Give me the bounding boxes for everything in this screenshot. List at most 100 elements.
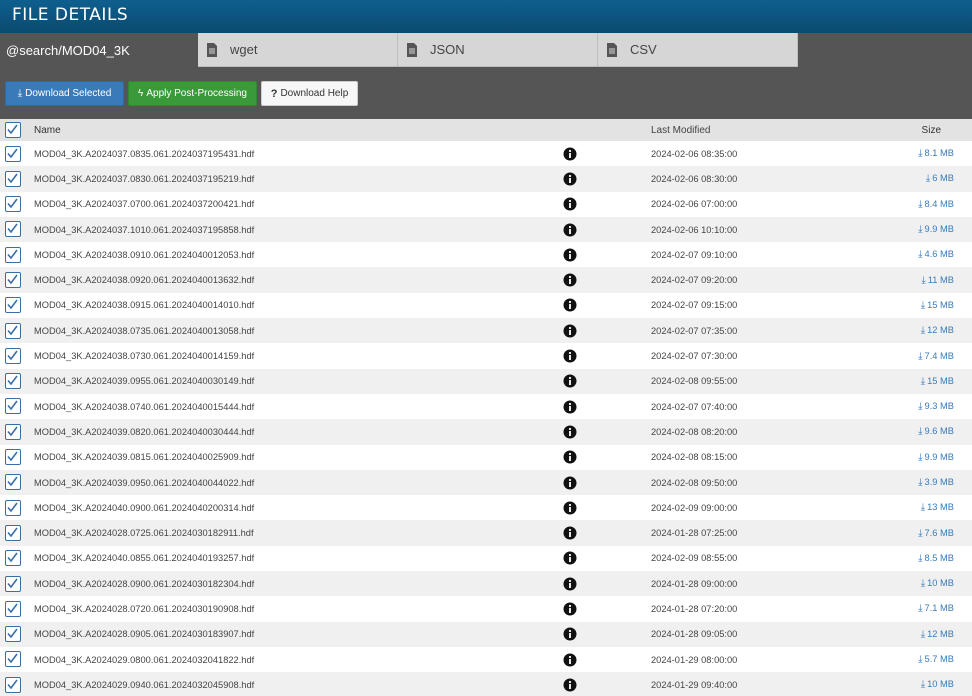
info-icon[interactable] xyxy=(563,476,577,490)
row-checkbox[interactable] xyxy=(5,347,21,364)
info-icon[interactable] xyxy=(563,273,577,287)
row-checkbox[interactable] xyxy=(5,524,21,541)
info-icon[interactable] xyxy=(563,678,577,692)
table-row[interactable]: MOD04_3K.A2024039.0950.061.2024040044022… xyxy=(0,469,972,496)
table-row[interactable]: MOD04_3K.A2024037.0830.061.2024037195219… xyxy=(0,166,972,192)
table-row[interactable]: MOD04_3K.A2024038.0920.061.2024040013632… xyxy=(0,267,972,293)
row-checkbox[interactable] xyxy=(5,170,21,187)
row-checkbox[interactable] xyxy=(5,297,21,314)
file-size-link[interactable]: ⤓ 5.7 MB xyxy=(918,654,954,665)
file-size-link[interactable]: ⤓ 9.9 MB xyxy=(918,224,954,235)
row-checkbox[interactable] xyxy=(5,651,21,668)
file-size-link[interactable]: ⤓ 10 MB xyxy=(921,679,954,690)
tab-wget[interactable]: wget xyxy=(198,33,398,67)
table-row[interactable]: MOD04_3K.A2024029.0940.061.2024032045908… xyxy=(0,672,972,696)
info-icon[interactable] xyxy=(563,400,577,414)
select-all-checkbox[interactable] xyxy=(5,122,21,138)
table-row[interactable]: MOD04_3K.A2024040.0900.061.2024040200314… xyxy=(0,495,972,521)
tab-csv[interactable]: CSV xyxy=(598,33,798,67)
info-icon[interactable] xyxy=(563,172,577,186)
row-checkbox[interactable] xyxy=(5,398,21,415)
info-icon[interactable] xyxy=(563,577,577,591)
info-icon[interactable] xyxy=(563,627,577,641)
table-row[interactable]: MOD04_3K.A2024037.1010.061.2024037195858… xyxy=(0,216,972,243)
file-size-link[interactable]: ⤓ 8.1 MB xyxy=(918,148,954,159)
info-icon[interactable] xyxy=(563,526,577,540)
info-icon[interactable] xyxy=(563,197,577,211)
info-icon[interactable] xyxy=(563,248,577,262)
file-size-link[interactable]: ⤓ 15 MB xyxy=(921,300,954,311)
file-size-link[interactable]: ⤓ 4.6 MB xyxy=(918,249,954,260)
table-row[interactable]: MOD04_3K.A2024038.0730.061.2024040014159… xyxy=(0,343,972,369)
file-size-link[interactable]: ⤓ 6 MB xyxy=(926,173,954,184)
info-icon[interactable] xyxy=(563,551,577,565)
file-size-link[interactable]: ⤓ 8.4 MB xyxy=(918,199,954,210)
apply-post-processing-button[interactable]: ϟ Apply Post-Processing xyxy=(128,81,257,106)
row-checkbox[interactable] xyxy=(5,626,21,643)
table-row[interactable]: MOD04_3K.A2024037.0700.061.2024037200421… xyxy=(0,191,972,217)
table-row[interactable]: MOD04_3K.A2024028.0725.061.2024030182911… xyxy=(0,520,972,546)
info-icon[interactable] xyxy=(563,298,577,312)
tab-json[interactable]: JSON xyxy=(398,33,598,67)
info-icon[interactable] xyxy=(563,425,577,439)
row-checkbox[interactable] xyxy=(5,246,21,263)
info-icon[interactable] xyxy=(563,324,577,338)
column-modified-header[interactable]: Last Modified xyxy=(651,125,710,136)
row-checkbox[interactable] xyxy=(5,600,21,617)
download-help-button[interactable]: ? Download Help xyxy=(261,81,358,106)
table-row[interactable]: MOD04_3K.A2024028.0720.061.2024030190908… xyxy=(0,596,972,622)
file-size-link[interactable]: ⤓ 11 MB xyxy=(921,275,954,286)
table-row[interactable]: MOD04_3K.A2024028.0905.061.2024030183907… xyxy=(0,621,972,647)
file-size-link[interactable]: ⤓ 9.6 MB xyxy=(918,426,954,437)
download-selected-button[interactable]: ⤓ Download Selected xyxy=(5,81,124,106)
column-name-header[interactable]: Name xyxy=(34,125,61,136)
table-row[interactable]: MOD04_3K.A2024040.0855.061.2024040193257… xyxy=(0,545,972,572)
table-row[interactable]: MOD04_3K.A2024038.0735.061.2024040013058… xyxy=(0,318,972,344)
file-name: MOD04_3K.A2024037.0830.061.2024037195219… xyxy=(34,173,255,184)
row-checkbox[interactable] xyxy=(5,221,21,238)
file-size-link[interactable]: ⤓ 7.1 MB xyxy=(918,603,954,614)
table-row[interactable]: MOD04_3K.A2024039.0955.061.2024040030149… xyxy=(0,368,972,394)
table-row[interactable]: MOD04_3K.A2024028.0900.061.2024030182304… xyxy=(0,571,972,597)
row-checkbox[interactable] xyxy=(5,676,21,693)
info-icon[interactable] xyxy=(563,501,577,515)
file-size-link[interactable]: ⤓ 15 MB xyxy=(921,376,954,387)
table-row[interactable]: MOD04_3K.A2024038.0910.061.2024040012053… xyxy=(0,242,972,268)
info-icon[interactable] xyxy=(563,147,577,161)
file-size-link[interactable]: ⤓ 7.6 MB xyxy=(918,528,954,539)
table-row[interactable]: MOD04_3K.A2024029.0800.061.2024032041822… xyxy=(0,646,972,673)
file-size-link[interactable]: ⤓ 3.9 MB xyxy=(918,477,954,488)
file-size-link[interactable]: ⤓ 9.3 MB xyxy=(918,401,954,412)
table-row[interactable]: MOD04_3K.A2024037.0835.061.2024037195431… xyxy=(0,141,972,167)
file-size-link[interactable]: ⤓ 10 MB xyxy=(921,578,954,589)
row-checkbox[interactable] xyxy=(5,322,21,339)
table-row[interactable]: MOD04_3K.A2024038.0740.061.2024040015444… xyxy=(0,393,972,420)
row-checkbox[interactable] xyxy=(5,449,21,466)
row-checkbox[interactable] xyxy=(5,575,21,592)
info-icon[interactable] xyxy=(563,602,577,616)
file-size-link[interactable]: ⤓ 12 MB xyxy=(921,325,954,336)
file-size-link[interactable]: ⤓ 7.4 MB xyxy=(918,351,954,362)
row-checkbox[interactable] xyxy=(5,145,21,162)
file-size-link[interactable]: ⤓ 9.9 MB xyxy=(918,452,954,463)
file-size-link[interactable]: ⤓ 13 MB xyxy=(921,502,954,513)
info-icon[interactable] xyxy=(563,349,577,363)
row-checkbox[interactable] xyxy=(5,550,21,567)
info-icon[interactable] xyxy=(563,374,577,388)
tab-search[interactable]: @search/MOD04_3K xyxy=(0,33,198,67)
table-row[interactable]: MOD04_3K.A2024038.0915.061.2024040014010… xyxy=(0,292,972,319)
file-size-link[interactable]: ⤓ 12 MB xyxy=(921,629,954,640)
info-icon[interactable] xyxy=(563,450,577,464)
row-checkbox[interactable] xyxy=(5,474,21,491)
row-checkbox[interactable] xyxy=(5,373,21,390)
info-icon[interactable] xyxy=(563,653,577,667)
table-row[interactable]: MOD04_3K.A2024039.0820.061.2024040030444… xyxy=(0,419,972,445)
column-size-header[interactable]: Size xyxy=(922,125,941,136)
file-size-link[interactable]: ⤓ 8.5 MB xyxy=(918,553,954,564)
row-checkbox[interactable] xyxy=(5,499,21,516)
row-checkbox[interactable] xyxy=(5,423,21,440)
info-icon[interactable] xyxy=(563,223,577,237)
row-checkbox[interactable] xyxy=(5,196,21,213)
row-checkbox[interactable] xyxy=(5,271,21,288)
table-row[interactable]: MOD04_3K.A2024039.0815.061.2024040025909… xyxy=(0,444,972,470)
